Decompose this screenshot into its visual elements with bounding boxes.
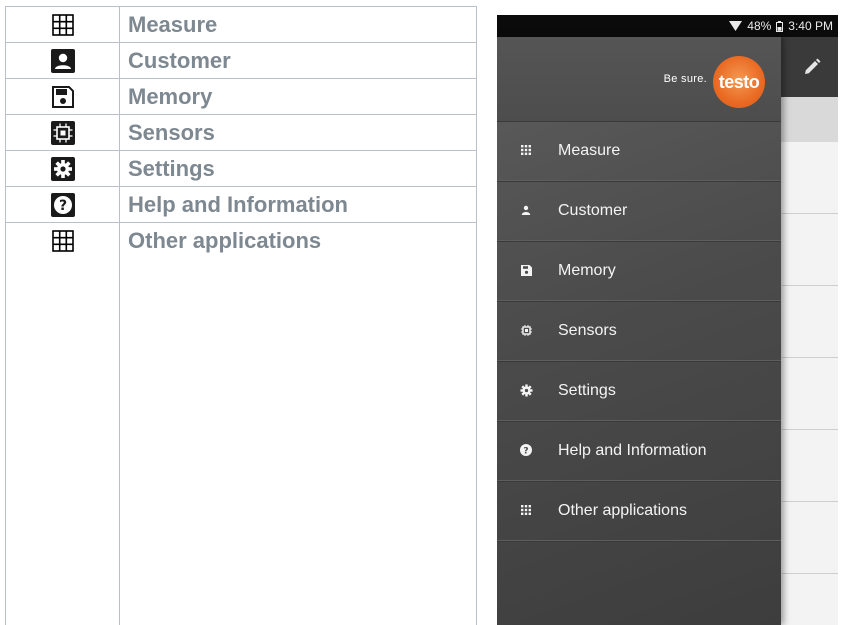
legend-row-other-applications: Other applications xyxy=(6,222,476,258)
drawer-item-settings[interactable]: Settings xyxy=(497,361,781,421)
drawer-item-label: Memory xyxy=(558,262,616,279)
testo-logo: testo xyxy=(713,56,765,108)
status-bar: 48% 3:40 PM xyxy=(497,15,838,37)
chip-icon xyxy=(519,323,533,337)
person-icon xyxy=(519,203,533,217)
legend-label: Help and Information xyxy=(128,192,348,217)
svg-text:?: ? xyxy=(523,446,528,456)
legend-row-measure: Measure xyxy=(6,6,476,42)
legend-row-sensors: Sensors xyxy=(6,114,476,150)
gear-icon xyxy=(6,151,119,187)
drawer-item-label: Other applications xyxy=(558,502,687,519)
legend-label: Sensors xyxy=(128,120,215,145)
floppy-disk-icon xyxy=(6,79,119,115)
divider xyxy=(782,285,838,286)
legend-label: Customer xyxy=(128,48,231,73)
chip-icon xyxy=(6,115,119,151)
divider xyxy=(782,501,838,502)
gear-icon xyxy=(519,383,533,397)
legend-label: Memory xyxy=(128,84,213,109)
battery-percent: 48% xyxy=(747,19,772,33)
grid-icon xyxy=(519,503,533,517)
drawer-item-customer[interactable]: Customer xyxy=(497,181,781,241)
drawer-item-label: Help and Information xyxy=(558,442,707,459)
legend-label: Settings xyxy=(128,156,215,181)
drawer-item-measure[interactable]: Measure xyxy=(497,121,781,181)
drawer-item-help[interactable]: ? Help and Information xyxy=(497,421,781,481)
drawer-item-label: Customer xyxy=(558,202,628,219)
divider xyxy=(782,573,838,574)
brand-tagline: Be sure. xyxy=(663,73,707,85)
drawer-header: Be sure. testo xyxy=(497,37,781,122)
drawer-menu: Measure Customer Memory Sensors Settings… xyxy=(497,121,781,541)
drawer-item-memory[interactable]: Memory xyxy=(497,241,781,301)
phone-screenshot: 48% 3:40 PM Be sure. testo Measure Custo… xyxy=(497,15,838,625)
legend-row-settings: Settings xyxy=(6,150,476,186)
drawer-item-other-applications[interactable]: Other applications xyxy=(497,481,781,541)
logo-text: testo xyxy=(718,71,760,92)
divider xyxy=(782,429,838,430)
svg-text:?: ? xyxy=(58,198,66,214)
drawer-item-label: Sensors xyxy=(558,322,617,339)
grid-icon xyxy=(519,143,533,157)
legend-row-help: ? Help and Information xyxy=(6,186,476,222)
drawer-item-label: Measure xyxy=(558,142,621,159)
drawer-item-sensors[interactable]: Sensors xyxy=(497,301,781,361)
drawer-item-label: Settings xyxy=(558,382,616,399)
grid-icon xyxy=(6,223,119,259)
wifi-icon xyxy=(729,21,743,31)
help-icon: ? xyxy=(519,443,533,457)
divider xyxy=(782,357,838,358)
navigation-drawer: Be sure. testo Measure Customer Memory S… xyxy=(497,37,781,625)
clock: 3:40 PM xyxy=(788,19,833,33)
legend-label: Other applications xyxy=(128,228,322,253)
grid-icon xyxy=(6,7,119,43)
legend-row-customer: Customer xyxy=(6,42,476,78)
floppy-disk-icon xyxy=(519,263,533,277)
battery-icon xyxy=(776,20,784,32)
edit-pencil-icon[interactable] xyxy=(802,57,822,77)
legend-label: Measure xyxy=(128,12,218,37)
divider xyxy=(782,213,838,214)
help-icon: ? xyxy=(6,187,119,223)
legend-row-memory: Memory xyxy=(6,78,476,114)
person-icon xyxy=(6,43,119,79)
icon-legend-table: Measure Customer Memory Sensors Settings… xyxy=(5,6,477,625)
